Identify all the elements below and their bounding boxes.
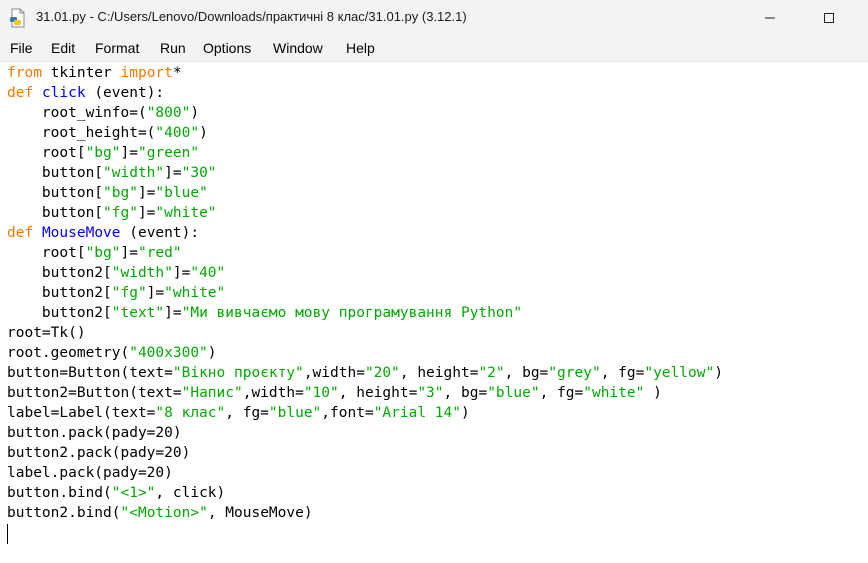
title-bar: 31.01.py - C:/Users/Lenovo/Downloads/пра… (0, 0, 868, 36)
code-line: button.bind("<1>", click) (7, 485, 226, 501)
code-line: root_height=("400") (7, 125, 208, 141)
menu-window[interactable]: Window (273, 40, 323, 56)
code-line: root=Tk() (7, 325, 86, 341)
code-line: button2.pack(pady=20) (7, 445, 191, 461)
maximize-button[interactable] (806, 0, 852, 36)
window-title: 31.01.py - C:/Users/Lenovo/Downloads/пра… (36, 9, 467, 24)
maximize-icon (823, 9, 835, 28)
code-line: label=Label(text="8 клас", fg="blue",fon… (7, 405, 470, 421)
menu-run[interactable]: Run (160, 40, 186, 56)
code-line: root["bg"]="green" (7, 145, 200, 161)
menu-options[interactable]: Options (203, 40, 251, 56)
code-line: button2.bind("<Motion>", MouseMove) (7, 505, 313, 521)
menu-format[interactable]: Format (95, 40, 139, 56)
menu-help[interactable]: Help (346, 40, 375, 56)
code-line: label.pack(pady=20) (7, 465, 173, 481)
code-line: button2["text"]="Ми вивчаємо мову програ… (7, 305, 523, 321)
code-line: button["fg"]="white" (7, 205, 217, 221)
code-line: root["bg"]="red" (7, 245, 182, 261)
text-caret (7, 524, 8, 544)
menu-file[interactable]: File (10, 40, 33, 56)
code-line: root.geometry("400x300") (7, 345, 217, 361)
code-line: button2=Button(text="Напис",width="10", … (7, 385, 662, 401)
menu-bar: File Edit Format Run Options Window Help (0, 36, 868, 61)
code-line: def click (event): (7, 85, 165, 101)
code-line: button["width"]="30" (7, 165, 217, 181)
code-line: root_winfo=("800") (7, 105, 200, 121)
code-editor[interactable]: from tkinter import* def click (event): … (0, 61, 868, 563)
code-line: button2["fg"]="white" (7, 285, 226, 301)
code-line: button2["width"]="40" (7, 265, 226, 281)
code-line: button=Button(text="Вікно проєкту",width… (7, 365, 723, 381)
minimize-icon (764, 9, 776, 28)
python-file-icon (8, 8, 28, 28)
code-line: def MouseMove (event): (7, 225, 200, 241)
menu-edit[interactable]: Edit (51, 40, 75, 56)
close-button[interactable] (852, 0, 868, 36)
code-line: button["bg"]="blue" (7, 185, 208, 201)
minimize-button[interactable] (747, 0, 793, 36)
code-line: from tkinter import* (7, 65, 182, 81)
code-line: button.pack(pady=20) (7, 425, 182, 441)
